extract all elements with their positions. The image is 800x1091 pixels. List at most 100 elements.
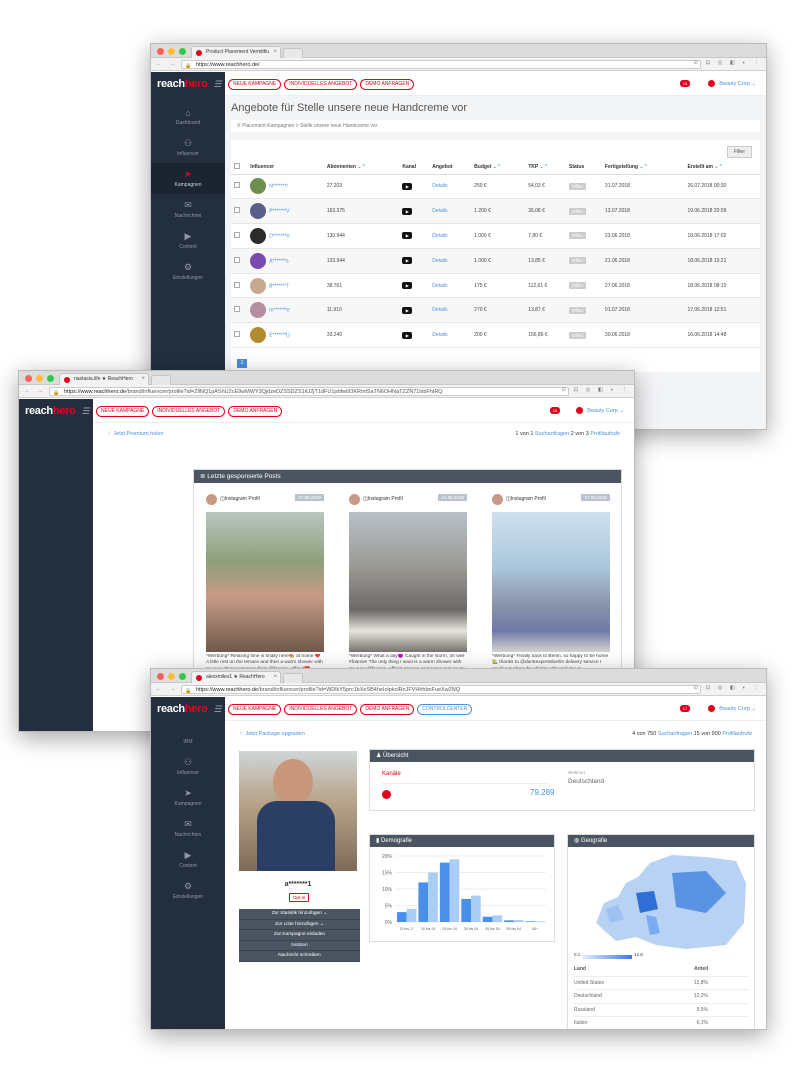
sort-icon[interactable]: ⌄⌃ (491, 164, 501, 170)
sidebar-item-influencer[interactable]: ⚇ Influencer (151, 751, 225, 782)
new-campaign-button[interactable]: NEUE KAMPAGNE (96, 406, 150, 417)
new-tab-button[interactable] (151, 375, 171, 385)
filter-button[interactable]: Filter (726, 146, 752, 158)
window-controls[interactable] (157, 673, 186, 680)
column-header[interactable]: Fertigstellung ⌄⌃ (601, 160, 685, 175)
individual-offer-button[interactable]: INDIVIDUELLES ANGEBOT (284, 79, 358, 90)
user-menu[interactable]: Beauty Corp ⌄ (576, 407, 624, 414)
row-checkbox[interactable] (231, 322, 248, 349)
premium-link[interactable]: ♢ Jetzt Premium holen (107, 431, 164, 437)
details-link[interactable]: Details (429, 223, 472, 249)
row-checkbox[interactable] (231, 273, 248, 299)
sort-icon[interactable]: ⌄⌃ (638, 164, 647, 170)
demo-request-button[interactable]: DEMO ANFRAGEN (360, 704, 415, 715)
close-tab-icon[interactable]: × (141, 374, 145, 385)
search-quota-link[interactable]: Suchanfragen (535, 431, 569, 437)
sidebar-item-nachrichten[interactable]: ✉ Nachrichten (151, 194, 225, 225)
bar[interactable] (471, 895, 481, 922)
sidebar-item-dashboard[interactable]: ⌂ Dashboard (151, 102, 225, 132)
upgrade-link[interactable]: ♢ Jetzt Package upgraden (239, 731, 305, 737)
individual-offer-button[interactable]: INDIVIDUELLES ANGEBOT (284, 704, 358, 715)
pagination-page[interactable]: 1 (237, 359, 247, 368)
select-all-checkbox[interactable] (231, 160, 248, 175)
logo[interactable]: reach hero ☰ (151, 72, 225, 96)
url-field[interactable]: 🔒 https://www.reachhero.de/ (181, 60, 701, 69)
row-checkbox[interactable] (231, 248, 248, 274)
post-image[interactable] (206, 512, 324, 652)
post-card[interactable]: ◫ Instagram Profil 07.06.2018 *Werbung* R… (206, 492, 324, 686)
bar[interactable] (418, 882, 429, 922)
demo-request-button[interactable]: DEMO ANFRAGEN (228, 406, 283, 417)
new-tab-button[interactable] (283, 673, 303, 683)
menu-icon[interactable]: ☰ (214, 704, 222, 715)
logo[interactable]: reach hero ☰ (151, 697, 225, 721)
notes-button[interactable]: Notizen (239, 940, 360, 951)
details-link[interactable]: Details (429, 322, 472, 349)
bar[interactable] (492, 915, 503, 922)
influencer-cell[interactable]: N*******r (247, 174, 324, 200)
new-campaign-button[interactable]: NEUE KAMPAGNE (228, 79, 282, 90)
search-quota-link[interactable]: Suchanfragen (658, 731, 692, 737)
post-card[interactable]: ◫ Instagram Profil 17.05.2018 *Werbung* F… (492, 492, 610, 686)
bar[interactable] (482, 916, 493, 922)
write-message-button[interactable]: Nachricht schreiben (239, 951, 360, 962)
influencer-cell[interactable]: P*******V (247, 198, 324, 225)
extension-icons[interactable]: ⊙ ⊡ ◎ ◧ ◐ ⋮ (561, 387, 630, 393)
add-to-list-button[interactable]: Zur Liste hinzufügen ⌄ (239, 919, 360, 930)
post-image[interactable] (492, 512, 610, 652)
profile-views-link[interactable]: Profilaufrufe (722, 731, 752, 737)
new-tab-button[interactable] (283, 48, 303, 58)
sort-icon[interactable]: ⌄⌃ (713, 164, 722, 170)
notification-badge[interactable]: 15 (550, 407, 560, 414)
bar[interactable] (461, 898, 471, 922)
row-checkbox[interactable] (231, 297, 248, 324)
notification-badge[interactable]: 15 (680, 80, 690, 87)
sidebar-item-nachrichten[interactable]: ✉ Nachrichten (151, 813, 225, 844)
details-link[interactable]: Details (429, 174, 472, 200)
window-controls[interactable] (157, 48, 186, 55)
bar[interactable] (525, 921, 536, 922)
window-controls[interactable] (25, 375, 54, 382)
close-tab-icon[interactable]: × (273, 47, 277, 58)
breadcrumb[interactable]: ⚲ Placement-Kampagnen > Stelle unsere ne… (231, 120, 760, 132)
bar[interactable] (428, 872, 438, 923)
new-campaign-button[interactable]: NEUE KAMPAGNE (228, 704, 282, 715)
user-menu[interactable]: Beauty Corp ⌄ (708, 80, 756, 87)
control-center-button[interactable]: CONTROLCENTER (417, 704, 473, 715)
menu-icon[interactable]: ☰ (82, 406, 90, 417)
sidebar-item-irm[interactable]: IRM (151, 721, 225, 751)
bar[interactable] (449, 859, 460, 922)
row-checkbox[interactable] (231, 223, 248, 249)
close-tab-icon[interactable]: × (273, 672, 277, 683)
sidebar-item-einstellungen[interactable]: ⚙ Einstellungen (151, 256, 225, 287)
browser-tab[interactable]: Product Placement Vermittlu × (191, 46, 281, 58)
menu-icon[interactable]: ☰ (214, 79, 222, 90)
details-link[interactable]: Details (429, 248, 472, 274)
demo-request-button[interactable]: DEMO ANFRAGEN (360, 79, 415, 90)
invite-to-campaign-button[interactable]: Zur Kampagne einladen (239, 930, 360, 941)
user-menu[interactable]: Beauty Corp ⌄ (708, 705, 756, 712)
profile-views-link[interactable]: Profilaufrufe (590, 431, 620, 437)
details-link[interactable]: Details (429, 198, 472, 225)
details-link[interactable]: Details (429, 273, 472, 299)
sidebar-item-kampagnen[interactable]: ➤ Kampagnen (151, 782, 225, 813)
bar[interactable] (439, 862, 450, 922)
notification-badge[interactable]: 17 (680, 705, 690, 712)
sort-icon[interactable]: ⌄⌃ (356, 164, 365, 170)
influencer-cell[interactable]: D*******V (247, 223, 324, 249)
bar[interactable] (504, 920, 514, 922)
bar[interactable] (513, 920, 524, 922)
logo[interactable]: reach hero ☰ (19, 399, 93, 423)
sidebar-item-kampagnen[interactable]: ➤ Kampagnen (151, 163, 225, 194)
url-field[interactable]: 🔒 https://www.reachhero.de/brand/influenc… (49, 387, 569, 396)
browser-tab[interactable]: nastasia.life ★ ReachHero × (59, 373, 149, 385)
bar[interactable] (397, 912, 407, 922)
column-header[interactable]: Erstellt am ⌄⌃ (684, 160, 760, 175)
sort-icon[interactable]: ⌄⌃ (538, 164, 547, 170)
post-image[interactable] (349, 512, 467, 652)
influencer-cell[interactable]: m*******e (247, 297, 324, 324)
individual-offer-button[interactable]: INDIVIDUELLES ANGEBOT (152, 406, 226, 417)
url-field[interactable]: 🔒 https://www.reachhero.de/brand/influenc… (181, 685, 701, 694)
bar[interactable] (535, 921, 545, 922)
sidebar-item-influencer[interactable]: ⚇ Influencer (151, 132, 225, 163)
